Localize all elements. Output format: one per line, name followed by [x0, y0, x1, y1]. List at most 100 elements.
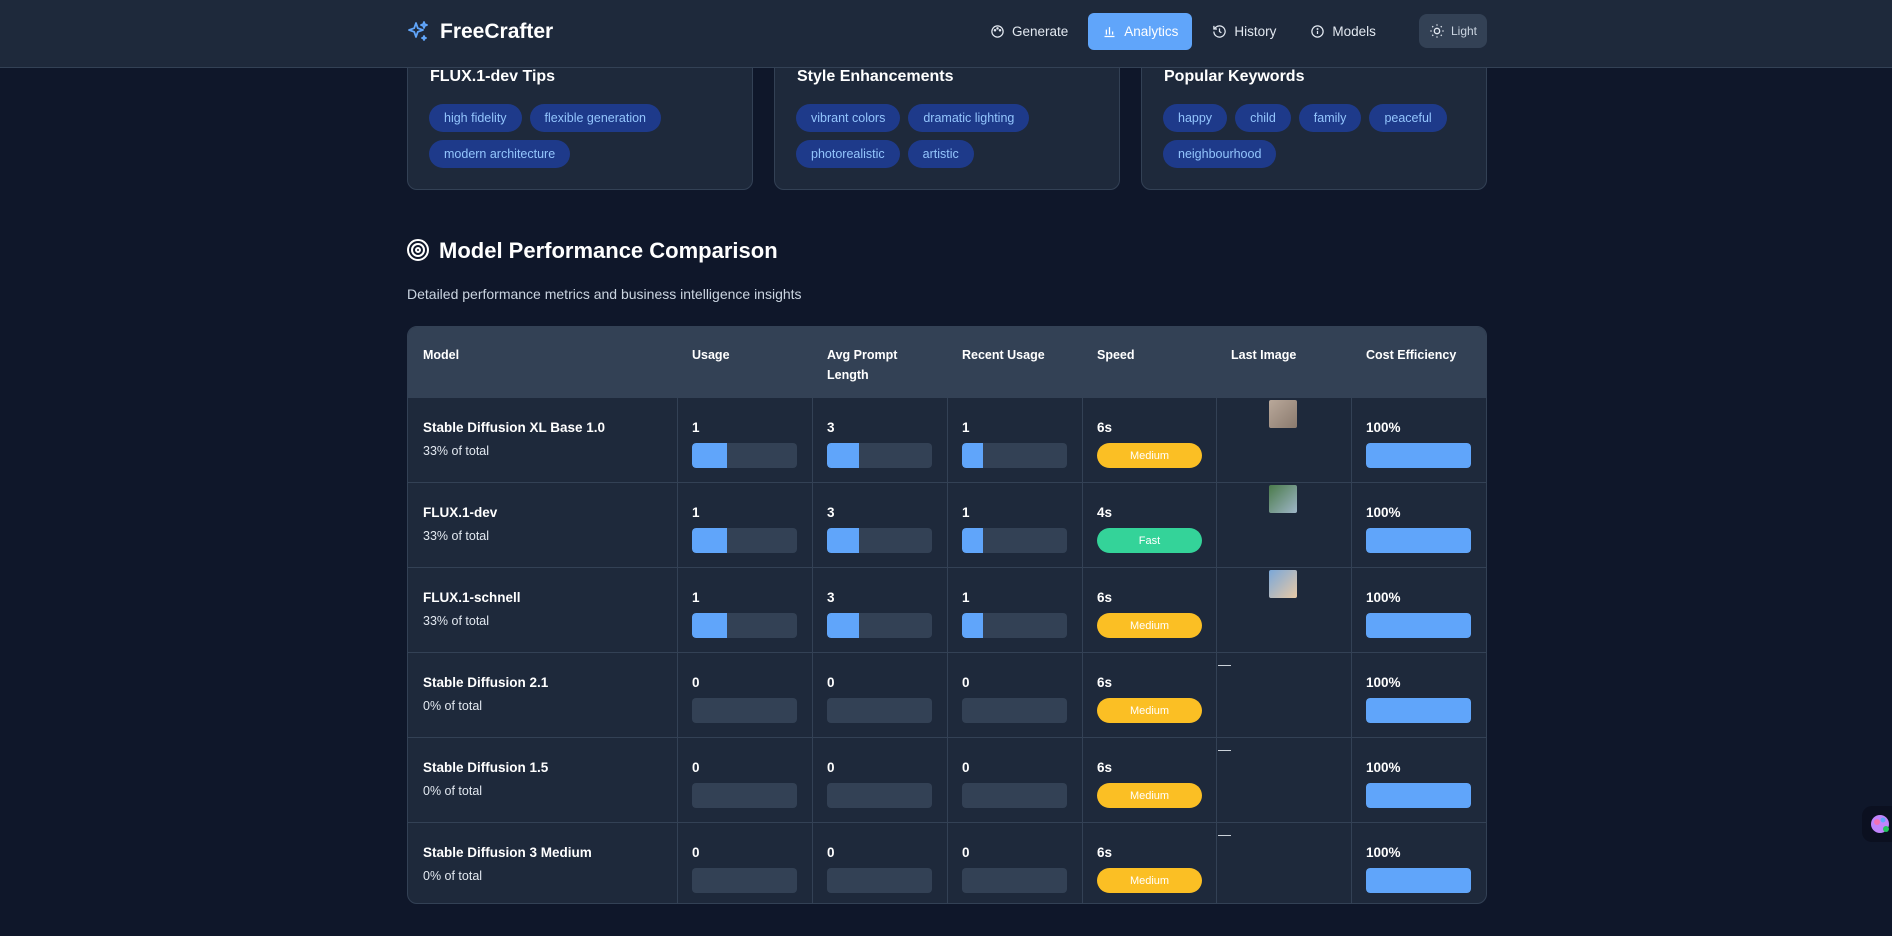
cost-efficiency-bar-fill: [1366, 613, 1471, 638]
recent-usage-bar: [962, 528, 1067, 553]
table-row[interactable]: Stable Diffusion 2.1 0% of total 0 0 0 6s Medi…: [408, 652, 1486, 737]
floating-avatar-button[interactable]: [1862, 806, 1892, 842]
cost-efficiency-bar: [1366, 528, 1471, 553]
column-header: Model: [423, 348, 460, 362]
keyword-tag[interactable]: high fidelity: [429, 104, 522, 132]
usage-value: 0: [692, 675, 700, 690]
avg-prompt-value: 3: [827, 590, 835, 605]
table-row[interactable]: Stable Diffusion XL Base 1.0 33% of total…: [408, 397, 1486, 482]
speed-badge: Medium: [1097, 783, 1202, 808]
usage-share: 33% of total: [423, 444, 490, 458]
last-image-thumbnail[interactable]: [1269, 485, 1297, 513]
recent-usage-bar-fill: [962, 528, 983, 553]
cost-efficiency-bar: [1366, 443, 1471, 468]
keyword-tag[interactable]: modern architecture: [429, 140, 571, 168]
cost-efficiency-bar-fill: [1366, 868, 1471, 893]
sun-icon: [1430, 24, 1444, 38]
nav-models[interactable]: Models: [1296, 13, 1390, 50]
speed-badge: Medium: [1097, 613, 1202, 638]
column-header: Usage: [692, 348, 730, 362]
keyword-tag[interactable]: dramatic lighting: [908, 104, 1030, 132]
keyword-tag[interactable]: photorealistic: [796, 140, 900, 168]
model-name: Stable Diffusion 2.1: [423, 675, 549, 690]
app-name: FreeCrafter: [440, 20, 554, 43]
tag-list: vibrant colors dramatic lighting photore…: [796, 104, 1106, 168]
usage-share: 33% of total: [423, 529, 490, 543]
keyword-tag[interactable]: neighbourhood: [1163, 140, 1277, 168]
speed-badge: Medium: [1097, 698, 1202, 723]
keyword-tag[interactable]: peaceful: [1369, 104, 1447, 132]
palette-icon: [991, 25, 1004, 38]
nav-history-label: History: [1234, 24, 1277, 39]
avg-prompt-value: 3: [827, 505, 835, 520]
model-name: FLUX.1-dev: [423, 505, 498, 520]
recent-usage-bar-fill: [962, 443, 983, 468]
keyword-tag[interactable]: happy: [1163, 104, 1228, 132]
speed-value: 6s: [1097, 420, 1113, 435]
recent-usage-value: 0: [962, 675, 970, 690]
usage-value: 0: [692, 845, 700, 860]
usage-value: 0: [692, 760, 700, 775]
brand[interactable]: FreeCrafter: [406, 18, 553, 46]
table-row[interactable]: Stable Diffusion 3 Medium 0% of total 0 0 0 6…: [408, 822, 1486, 903]
bar-chart-icon: [1104, 27, 1115, 38]
model-name: FLUX.1-schnell: [423, 590, 521, 605]
avg-prompt-value: 0: [827, 760, 835, 775]
nav-generate[interactable]: Generate: [976, 13, 1082, 50]
keyword-tag[interactable]: child: [1235, 104, 1291, 132]
model-name: Stable Diffusion 1.5: [423, 760, 549, 775]
column-header: Cost Efficiency: [1366, 348, 1457, 362]
cost-efficiency-bar: [1366, 868, 1471, 893]
speed-value: 6s: [1097, 760, 1113, 775]
section-subtitle: Detailed performance metrics and busines…: [407, 286, 802, 302]
recent-usage-bar: [962, 868, 1067, 893]
usage-bar: [692, 868, 797, 893]
keyword-tag[interactable]: artistic: [907, 140, 974, 168]
speed-badge: Fast: [1097, 528, 1202, 553]
usage-share: 0% of total: [423, 784, 483, 798]
keyword-tag[interactable]: flexible generation: [529, 104, 662, 132]
column-header: Speed: [1097, 348, 1135, 362]
nav-generate-label: Generate: [1012, 24, 1069, 39]
avg-prompt-value: 0: [827, 675, 835, 690]
keyword-tag[interactable]: vibrant colors: [796, 104, 901, 132]
avg-prompt-bar: [827, 613, 932, 638]
card-title: FLUX.1-dev Tips: [430, 68, 556, 85]
avg-prompt-bar-fill: [827, 443, 859, 468]
table-row[interactable]: Stable Diffusion 1.5 0% of total 0 0 0 6s Medi…: [408, 737, 1486, 822]
nav-models-label: Models: [1332, 24, 1376, 39]
target-icon: [407, 239, 429, 261]
table-row[interactable]: FLUX.1-dev 33% of total 1 3 1 4s Fast 100%: [408, 482, 1486, 567]
model-name: Stable Diffusion XL Base 1.0: [423, 420, 606, 435]
last-image-thumbnail[interactable]: [1269, 400, 1297, 428]
column-header: Recent Usage: [962, 348, 1045, 362]
recent-usage-bar: [962, 613, 1067, 638]
recent-usage-value: 0: [962, 760, 970, 775]
cost-efficiency-value: 100%: [1366, 590, 1401, 605]
avg-prompt-value: 0: [827, 845, 835, 860]
recent-usage-value: 1: [962, 505, 970, 520]
nav-analytics[interactable]: Analytics: [1088, 13, 1193, 50]
cost-efficiency-value: 100%: [1366, 845, 1401, 860]
table-row[interactable]: FLUX.1-schnell 33% of total 1 3 1 6s Medium 100…: [408, 567, 1486, 652]
avg-prompt-bar-fill: [827, 528, 859, 553]
table-header: Model Usage Avg Prompt Length Recent Usa…: [408, 327, 1486, 397]
top-navbar: FreeCrafter Generate Analytics History M…: [0, 0, 1892, 68]
recent-usage-value: 1: [962, 590, 970, 605]
recent-usage-value: 0: [962, 845, 970, 860]
avatar-icon: [1871, 815, 1889, 833]
usage-bar: [692, 528, 797, 553]
last-image-thumbnail[interactable]: [1269, 570, 1297, 598]
keyword-tag[interactable]: family: [1298, 104, 1362, 132]
info-icon: [1311, 25, 1325, 38]
history-icon: [1213, 25, 1227, 38]
cost-efficiency-value: 100%: [1366, 505, 1401, 520]
avg-prompt-bar: [827, 868, 932, 893]
usage-bar-fill: [692, 528, 727, 553]
column-header: Avg Prompt Length: [827, 348, 898, 382]
section-title: Model Performance Comparison: [439, 238, 778, 263]
theme-toggle-button[interactable]: Light: [1419, 14, 1487, 48]
usage-bar-fill: [692, 613, 727, 638]
nav-history[interactable]: History: [1198, 13, 1290, 50]
speed-value: 6s: [1097, 675, 1113, 690]
